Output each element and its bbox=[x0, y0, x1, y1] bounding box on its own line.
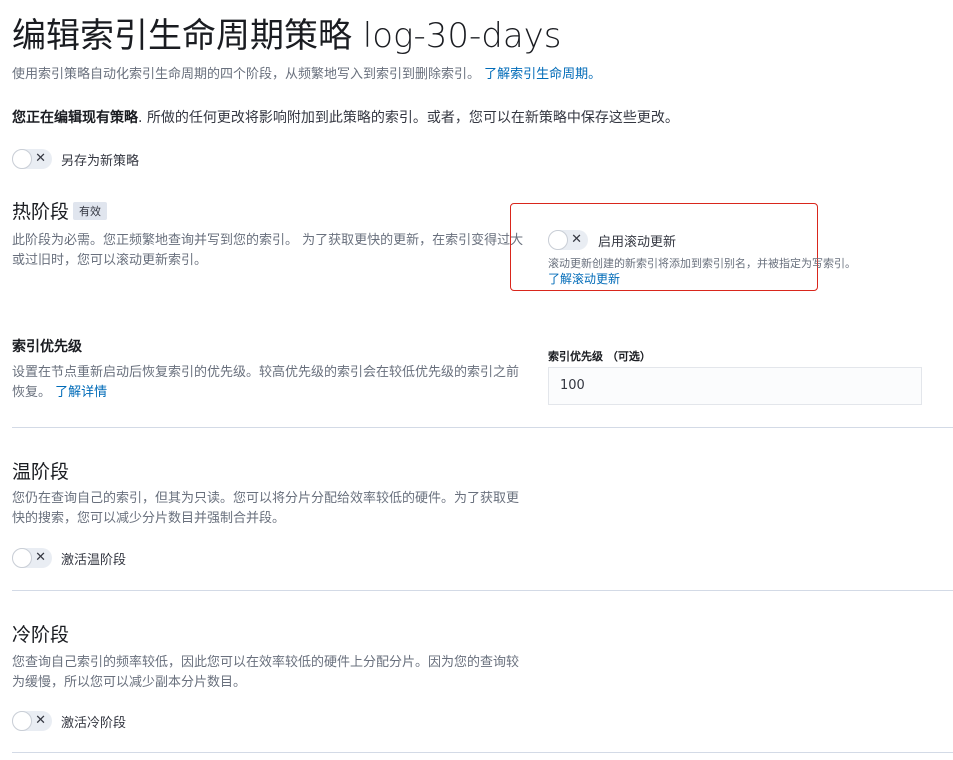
hot-phase-description: 此阶段为必需。您正频繁地查询并写到您的索引。 为了获取更快的更新，在索引变得过大… bbox=[12, 233, 524, 268]
page-title: 编辑索引生命周期策略 log-30-days bbox=[12, 16, 562, 56]
cold-phase-description: 您查询自己索引的频率较低，因此您可以在效率较低的硬件上分配分片。因为您的查询较为… bbox=[12, 655, 520, 690]
save-as-new-label: 另存为新策略 bbox=[61, 153, 140, 169]
close-icon: ✕ bbox=[35, 550, 46, 565]
warm-phase-title: 温阶段 bbox=[12, 461, 70, 483]
cold-phase-toggle-label: 激活冷阶段 bbox=[61, 715, 127, 731]
rollover-switch[interactable]: ✕ 启用滚动更新 bbox=[548, 230, 676, 250]
toggle-knob bbox=[12, 548, 32, 568]
close-icon: ✕ bbox=[35, 151, 46, 166]
notice-text: . 所做的任何更改将影响附加到此策略的索引。或者，您可以在新策略中保存这些更改。 bbox=[138, 110, 679, 126]
rollover-toggle[interactable]: ✕ bbox=[548, 230, 588, 250]
close-icon: ✕ bbox=[571, 232, 582, 247]
index-priority-title: 索引优先级 bbox=[12, 339, 82, 355]
warm-phase-description: 您仍在查询自己的索引，但其为只读。您可以将分片分配给效率较低的硬件。为了获取更快… bbox=[12, 491, 520, 526]
subtitle-text: 使用索引策略自动化索引生命周期的四个阶段，从频繁地写入到索引到删除索引。 bbox=[12, 67, 481, 82]
cold-phase-switch[interactable]: ✕ 激活冷阶段 bbox=[12, 711, 126, 731]
close-icon: ✕ bbox=[35, 713, 46, 728]
warm-phase-toggle-label: 激活温阶段 bbox=[61, 552, 127, 568]
warm-phase-switch[interactable]: ✕ 激活温阶段 bbox=[12, 548, 126, 568]
cold-phase-title: 冷阶段 bbox=[12, 624, 70, 646]
divider bbox=[12, 752, 953, 753]
rollover-label: 启用滚动更新 bbox=[598, 234, 677, 250]
warm-phase-toggle[interactable]: ✕ bbox=[12, 548, 52, 568]
status-badge: 有效 bbox=[73, 202, 108, 220]
toggle-knob bbox=[12, 149, 32, 169]
toggle-knob bbox=[12, 711, 32, 731]
toggle-knob bbox=[548, 230, 568, 250]
cold-phase-toggle[interactable]: ✕ bbox=[12, 711, 52, 731]
hot-phase-title: 热阶段 有效 bbox=[12, 197, 108, 224]
hot-phase-title-text: 热阶段 bbox=[12, 201, 70, 223]
page-subtitle: 使用索引策略自动化索引生命周期的四个阶段，从频繁地写入到索引到删除索引。 了解索… bbox=[12, 63, 601, 82]
index-priority-description: 设置在节点重新启动后恢复索引的优先级。较高优先级的索引会在较低优先级的索引之前恢… bbox=[12, 363, 526, 403]
learn-more-link[interactable]: 了解详情 bbox=[55, 385, 107, 400]
index-priority-field-label: 索引优先级 （可选） bbox=[548, 350, 651, 363]
index-priority-input[interactable]: 100 bbox=[548, 367, 922, 405]
notice-bold: 您正在编辑现有策略 bbox=[12, 110, 138, 126]
divider bbox=[12, 427, 953, 428]
save-as-new-toggle[interactable]: ✕ bbox=[12, 149, 52, 169]
rollover-help-text: 滚动更新创建的新索引将添加到索引别名，并被指定为写索引。 bbox=[548, 257, 856, 270]
save-as-new-switch[interactable]: ✕ 另存为新策略 bbox=[12, 149, 139, 169]
learn-lifecycle-link[interactable]: 了解索引生命周期。 bbox=[484, 67, 601, 82]
editing-notice: 您正在编辑现有策略. 所做的任何更改将影响附加到此策略的索引。或者，您可以在新策… bbox=[12, 107, 679, 127]
learn-rollover-link[interactable]: 了解滚动更新 bbox=[548, 270, 620, 287]
divider bbox=[12, 590, 953, 591]
